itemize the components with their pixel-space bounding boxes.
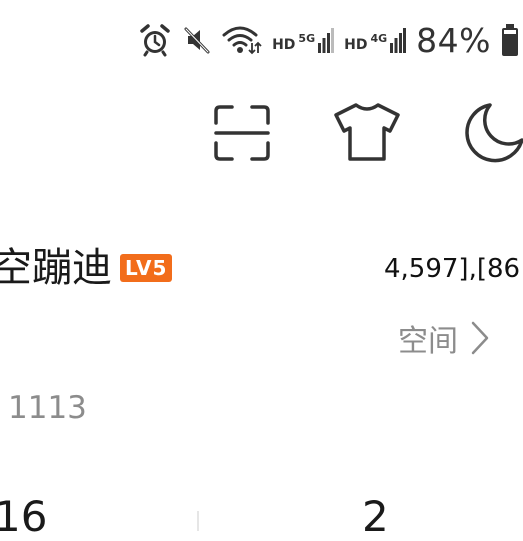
network-badge-2: HD 4G <box>344 27 407 53</box>
scan-icon <box>214 105 270 161</box>
level-badge[interactable]: LV5 <box>120 254 173 282</box>
shirt-icon <box>334 103 400 161</box>
moon-icon <box>465 103 523 163</box>
count-left[interactable]: 16 <box>0 496 47 538</box>
space-label: 空间 <box>398 324 458 359</box>
battery-percent: 84% <box>416 20 491 60</box>
signal-icon <box>318 28 335 53</box>
mute-icon <box>182 25 212 55</box>
profile-number: 1113 <box>8 390 87 426</box>
profile-name-row: 空蹦迪 LV5 <box>0 248 173 288</box>
nickname[interactable]: 空蹦迪 <box>0 248 112 288</box>
profile-stat-text: 4,597],[86 <box>384 254 521 284</box>
hd-label: HD <box>272 37 296 53</box>
signal-icon <box>390 28 407 53</box>
hd-label: HD <box>344 37 368 53</box>
alarm-icon <box>138 23 172 57</box>
divider <box>197 511 199 531</box>
wifi-icon <box>222 24 262 56</box>
network-badge-1: HD 5G <box>272 27 335 53</box>
chevron-right-icon <box>471 321 489 355</box>
space-link[interactable]: 空间 <box>398 316 490 360</box>
status-bar: HD 5G HD 4G 84% <box>138 18 519 62</box>
counts-row: 16 2 <box>0 488 523 538</box>
night-mode-button[interactable] <box>460 100 523 169</box>
top-toolbar <box>0 100 523 166</box>
theme-button[interactable] <box>332 101 402 168</box>
count-right[interactable]: 2 <box>362 496 389 538</box>
network-generation-label: 4G <box>370 32 388 45</box>
network-generation-label: 5G <box>298 32 316 45</box>
battery-icon <box>501 24 519 56</box>
scan-button[interactable] <box>212 103 272 168</box>
